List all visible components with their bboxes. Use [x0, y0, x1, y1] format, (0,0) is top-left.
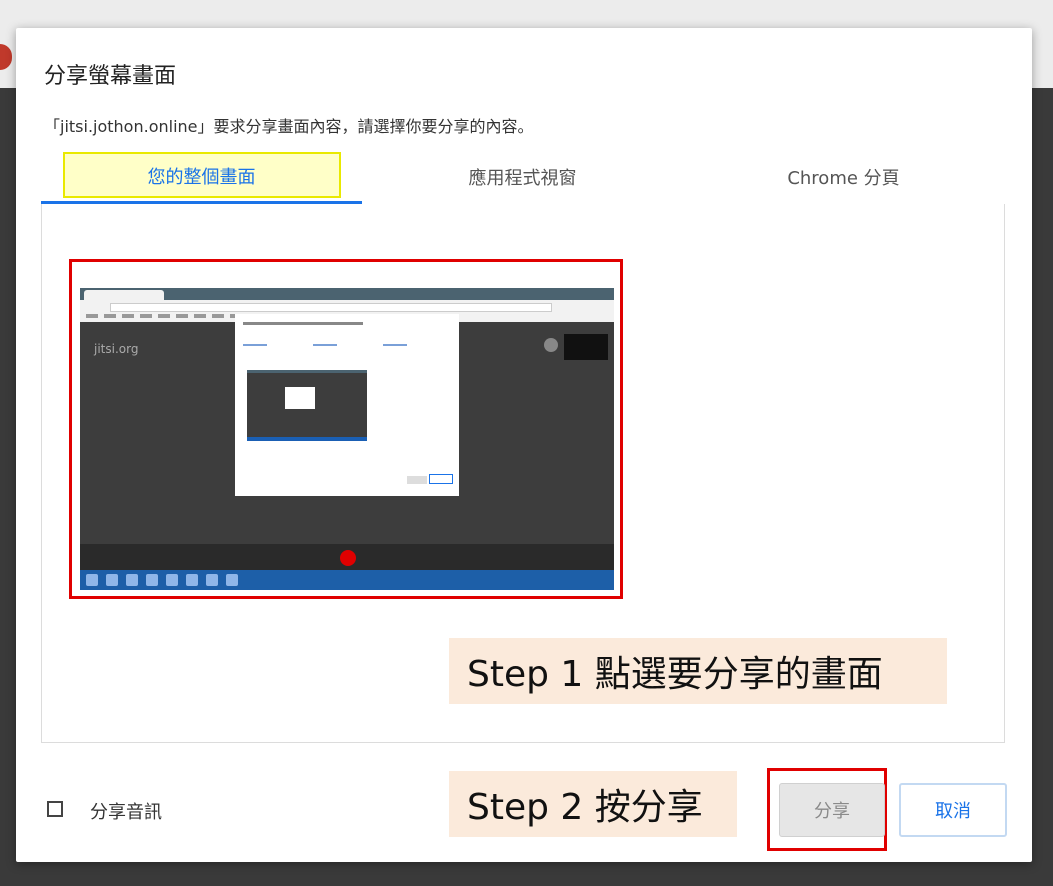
- dialog-title: 分享螢幕畫面: [44, 64, 177, 89]
- share-button[interactable]: 分享: [779, 783, 885, 837]
- thumbnail-nested-modal: [285, 387, 315, 409]
- thumbnail-nested-share: [407, 476, 427, 484]
- screen-thumbnail[interactable]: jitsi.org: [80, 288, 614, 590]
- thumbnail-nested-taskbar: [247, 437, 367, 441]
- taskbar-app-icon: [186, 574, 198, 586]
- tab-entire-screen[interactable]: 您的整個畫面: [41, 150, 362, 204]
- taskbar-app-icon: [126, 574, 138, 586]
- thumbnail-nested-title: [243, 322, 363, 325]
- dialog-description: 「jitsi.jothon.online」要求分享畫面內容，請選擇你要分享的內容…: [44, 117, 534, 136]
- step1-annotation: Step 1 點選要分享的畫面: [449, 638, 947, 704]
- source-tabs: 您的整個畫面 應用程式視窗 Chrome 分頁: [41, 150, 1005, 206]
- tab-label: 應用程式視窗: [468, 168, 577, 189]
- thumbnail-url-bar: [110, 303, 552, 312]
- thumbnail-nested-dialog: [235, 314, 459, 496]
- thumbnail-tab: [84, 290, 164, 300]
- thumbnail-nested-tabs: [243, 344, 443, 346]
- share-audio-label: 分享音訊: [90, 802, 162, 823]
- thumbnail-selection-annotation: jitsi.org: [69, 259, 623, 599]
- tab-label: 您的整個畫面: [147, 166, 256, 188]
- share-audio-checkbox[interactable]: [47, 801, 63, 817]
- cancel-button[interactable]: 取消: [899, 783, 1007, 837]
- thumbnail-jitsi-logo: jitsi.org: [94, 342, 139, 356]
- taskbar-start-icon: [86, 574, 98, 586]
- thumbnail-video-tile: [564, 334, 608, 360]
- share-screen-dialog: 分享螢幕畫面 「jitsi.jothon.online」要求分享畫面內容，請選擇…: [16, 28, 1032, 862]
- thumbnail-hangup-icon: [340, 550, 356, 566]
- thumbnail-tab-bar: [80, 288, 614, 300]
- tab-label: Chrome 分頁: [787, 168, 900, 189]
- thumbnail-nested-preview: [247, 370, 367, 441]
- tab-chrome-tab[interactable]: Chrome 分頁: [683, 150, 1004, 204]
- tab-application-window[interactable]: 應用程式視窗: [362, 150, 683, 204]
- step2-annotation: Step 2 按分享: [449, 771, 737, 837]
- taskbar-app-icon: [226, 574, 238, 586]
- taskbar-app-icon: [106, 574, 118, 586]
- thumbnail-avatar: [544, 338, 558, 352]
- taskbar-app-icon: [166, 574, 178, 586]
- taskbar-app-icon: [146, 574, 158, 586]
- thumbnail-nested-cancel: [429, 474, 453, 484]
- thumbnail-windows-taskbar: [80, 570, 614, 590]
- taskbar-app-icon: [206, 574, 218, 586]
